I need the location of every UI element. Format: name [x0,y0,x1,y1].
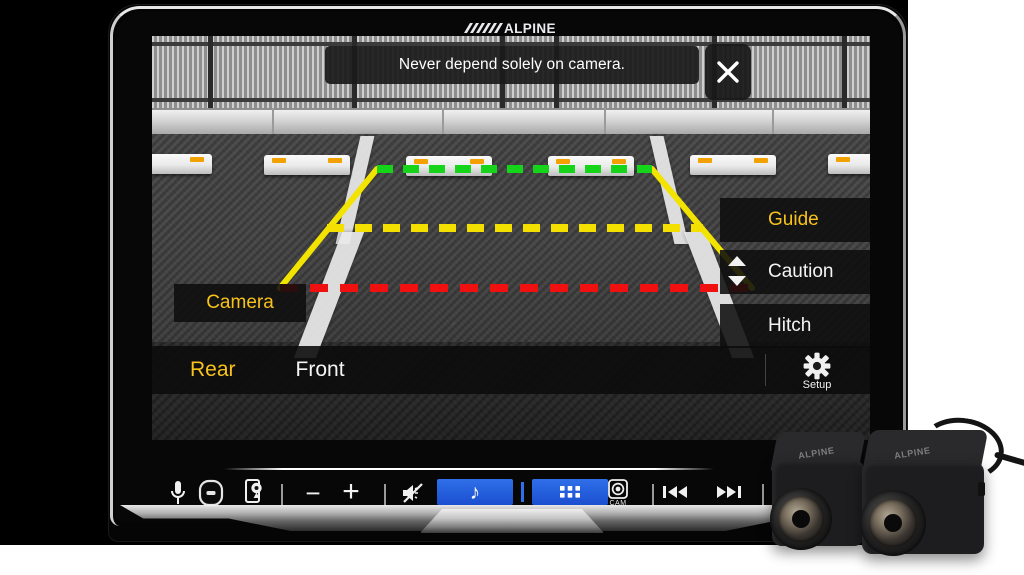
setup-button[interactable]: Setup [782,348,852,394]
hitch-button-label: Hitch [768,315,812,336]
minus-icon: − [305,477,321,508]
tab-front[interactable]: Front [296,358,345,382]
camera-key[interactable]: CAM [600,476,636,510]
microphone-key[interactable] [166,478,190,508]
tab-rear[interactable]: Rear [190,358,236,382]
hitch-button[interactable]: Hitch [720,304,870,348]
camera-source-bar: Rear Front Setup [152,346,870,394]
key-divider [384,484,386,506]
arrow-down-icon [728,276,746,286]
close-warning-button[interactable] [705,44,751,100]
key-divider [762,484,764,506]
warning-banner-text: Never depend solely on camera. [398,56,626,73]
microphone-icon [171,481,185,504]
power-knob-key[interactable] [194,477,228,509]
alpine-logo-mark: ALPINE [464,21,556,36]
up-down-arrows-icon[interactable] [728,256,748,286]
guide-button-label: Guide [768,209,819,230]
alpine-logo: ALPINE [462,20,574,36]
next-track-icon [717,486,741,498]
music-note-icon: ♪ [469,480,481,504]
camera-left-lens-center [792,510,810,528]
setup-button-label: Setup [802,378,832,391]
screenshot-root: ALPINE Never depend solely on camera. Ca… [0,0,1024,575]
previous-track-key[interactable] [660,481,690,503]
mute-key[interactable] [400,480,428,506]
navigation-key[interactable] [243,478,265,506]
lcd-screen: Never depend solely on camera. Camera Gu… [152,36,870,440]
rotary-knob-icon [198,479,224,507]
camera-right-lens-center [884,514,902,532]
camera-button[interactable]: Camera [174,284,306,322]
backup-camera-product: ALPINE ALPINE [766,412,1024,575]
map-pin-icon [245,479,262,503]
volume-up-key[interactable]: + [334,475,368,508]
svg-text:ALPINE: ALPINE [504,21,556,36]
plus-icon: + [342,475,360,508]
apps-key[interactable] [532,479,608,505]
caution-button-label: Caution [768,261,834,282]
audio-source-key[interactable]: ♪ [437,479,513,505]
warning-banner: Never depend solely on camera. [325,46,699,84]
close-icon [717,61,739,83]
gear-icon [803,352,831,379]
guide-button[interactable]: Guide [720,198,870,242]
camera-icon [608,479,628,499]
key-divider [281,484,283,506]
mute-speaker-icon [403,483,423,503]
camera-button-label: Camera [206,292,274,313]
previous-track-icon [663,486,687,498]
chrome-trim-center [420,509,604,533]
key-divider-blue [521,482,524,502]
source-bar-divider [765,354,766,386]
apps-grid-icon [560,486,580,498]
arrow-up-icon [728,256,746,266]
key-row-separator-line [224,468,714,470]
camera-right-connector [978,482,985,496]
key-divider [652,484,654,506]
volume-down-key[interactable]: − [296,477,330,508]
next-track-key[interactable] [714,481,744,503]
